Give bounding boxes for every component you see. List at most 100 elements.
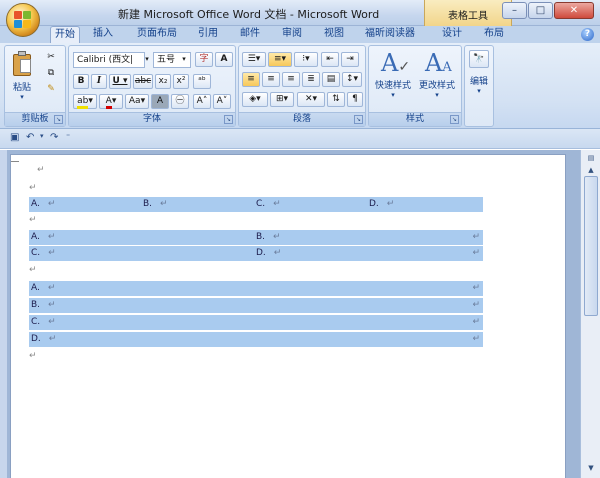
- quick-styles-button[interactable]: A✓ 快速样式 ▾: [371, 50, 415, 99]
- shading-icon[interactable]: ◈▾: [242, 92, 268, 107]
- highlight-color-button[interactable]: ab▾: [73, 94, 97, 109]
- redo-icon[interactable]: ↷: [50, 132, 58, 143]
- table-cell[interactable]: B. ↵: [31, 300, 56, 310]
- font-color-button[interactable]: A▾: [99, 94, 123, 109]
- numbering-icon[interactable]: ≡▾: [268, 52, 292, 67]
- borders-icon[interactable]: ⊞▾: [270, 92, 294, 107]
- title-bar: 新建 Microsoft Office Word 文档 - Microsoft …: [0, 0, 600, 37]
- editing-group: 🔭 编辑 ▾: [464, 45, 494, 127]
- close-button[interactable]: ✕: [554, 2, 594, 19]
- change-case-icon[interactable]: ᵃᵇ: [193, 74, 211, 89]
- maximize-button[interactable]: □: [528, 2, 553, 19]
- increase-indent-icon[interactable]: ⇥: [341, 52, 359, 67]
- multilevel-list-icon[interactable]: ⁝▾: [294, 52, 318, 67]
- undo-icon[interactable]: ↶: [26, 132, 34, 143]
- table-row[interactable]: A. ↵ B. ↵ ↵: [29, 230, 483, 245]
- table-row[interactable]: C. ↵ D. ↵ ↵: [29, 246, 483, 261]
- table-cell[interactable]: D. ↵: [31, 334, 56, 344]
- tab-view[interactable]: 视图: [320, 26, 348, 43]
- editing-button[interactable]: 🔭 编辑 ▾: [465, 50, 493, 95]
- table-row[interactable]: D. ↵ ↵: [29, 332, 483, 347]
- paragraph-mark: ↵: [29, 265, 37, 275]
- tab-references[interactable]: 引用: [194, 26, 222, 43]
- align-center-icon[interactable]: ≡: [262, 72, 280, 87]
- window-title: 新建 Microsoft Office Word 文档 - Microsoft …: [118, 8, 380, 21]
- justify-icon[interactable]: ≣: [302, 72, 320, 87]
- table-row[interactable]: A. ↵ ↵: [29, 281, 483, 296]
- cut-icon[interactable]: ✂: [43, 50, 59, 65]
- table-cell[interactable]: D. ↵: [256, 248, 281, 258]
- subscript-button[interactable]: x₂: [155, 74, 171, 89]
- font-size-dropdown-icon[interactable]: ▾: [179, 52, 189, 67]
- align-right-icon[interactable]: ≡: [282, 72, 300, 87]
- copy-icon[interactable]: ⧉: [43, 66, 59, 81]
- table-cell[interactable]: B. ↵: [256, 232, 281, 242]
- tab-design[interactable]: 设计: [438, 26, 466, 43]
- clipboard-group: 粘贴 ▾ ✂ ⧉ ✎ 剪贴板 ↘: [4, 45, 66, 127]
- table-cell[interactable]: A. ↵: [31, 283, 55, 293]
- table-cell[interactable]: A. ↵: [31, 232, 55, 242]
- styles-group: A✓ 快速样式 ▾ AA 更改样式 ▾ 样式 ↘: [368, 45, 462, 127]
- vertical-scrollbar[interactable]: ▤ ▲ ▼: [580, 150, 600, 478]
- decrease-indent-icon[interactable]: ⇤: [321, 52, 339, 67]
- ruler-toggle-icon[interactable]: ▤: [584, 152, 598, 164]
- phonetic-guide-icon[interactable]: 字: [195, 52, 213, 67]
- line-spacing-icon[interactable]: ↕▾: [342, 72, 362, 87]
- tab-foxit-reader[interactable]: 福昕阅读器: [362, 26, 418, 43]
- font-launcher-icon[interactable]: ↘: [224, 115, 233, 124]
- tab-insert[interactable]: 插入: [88, 26, 118, 43]
- sort-icon[interactable]: ⇅: [327, 92, 345, 107]
- scroll-up-icon[interactable]: ▲: [584, 164, 598, 176]
- customize-qat-icon[interactable]: ⁼: [66, 132, 70, 141]
- table-cell[interactable]: D. ↵: [369, 199, 394, 209]
- character-shading-icon[interactable]: A: [151, 94, 169, 109]
- character-border-icon[interactable]: A: [215, 52, 233, 67]
- superscript-button[interactable]: x²: [173, 74, 189, 89]
- table-row[interactable]: A. ↵ B. ↵ C. ↵ D. ↵: [29, 197, 483, 212]
- table-cell[interactable]: B. ↵: [143, 199, 168, 209]
- row-end-mark: ↵: [472, 283, 480, 293]
- tab-review[interactable]: 审阅: [278, 26, 306, 43]
- bold-button[interactable]: B: [73, 74, 89, 89]
- show-marks-icon[interactable]: ¶: [347, 92, 363, 107]
- styles-launcher-icon[interactable]: ↘: [450, 115, 459, 124]
- italic-button[interactable]: I: [91, 74, 107, 89]
- document-page[interactable]: ↵ ↵ A. ↵ B. ↵ C. ↵ D. ↵ ↵ A. ↵ B. ↵ ↵ C. ↵ D. ↵ …: [10, 154, 566, 478]
- clipboard-launcher-icon[interactable]: ↘: [54, 115, 63, 124]
- font-name-select[interactable]: Calibri (西文|: [73, 52, 145, 68]
- change-case-button[interactable]: Aa▾: [125, 94, 149, 109]
- bullets-icon[interactable]: ☰▾: [242, 52, 266, 67]
- align-left-icon[interactable]: ≡: [242, 72, 260, 87]
- table-cell[interactable]: C. ↵: [31, 248, 56, 258]
- scroll-down-icon[interactable]: ▼: [584, 462, 598, 474]
- tab-layout[interactable]: 布局: [480, 26, 508, 43]
- scroll-thumb[interactable]: [584, 176, 598, 316]
- format-painter-icon[interactable]: ✎: [43, 82, 59, 97]
- table-cell[interactable]: C. ↵: [256, 199, 281, 209]
- tab-home[interactable]: 开始: [50, 26, 80, 43]
- change-styles-button[interactable]: AA 更改样式 ▾: [415, 50, 459, 99]
- office-button[interactable]: [6, 3, 40, 37]
- paragraph-launcher-icon[interactable]: ↘: [354, 115, 363, 124]
- save-icon[interactable]: ▣: [10, 132, 19, 143]
- row-end-mark: ↵: [472, 334, 480, 344]
- shrink-font-icon[interactable]: A˅: [213, 94, 231, 109]
- tab-page-layout[interactable]: 页面布局: [132, 26, 182, 43]
- table-cell[interactable]: A. ↵: [31, 199, 55, 209]
- tab-mailings[interactable]: 邮件: [236, 26, 264, 43]
- table-row[interactable]: C. ↵ ↵: [29, 315, 483, 330]
- font-group-label: 字体: [69, 112, 235, 126]
- table-cell[interactable]: C. ↵: [31, 317, 56, 327]
- paste-button[interactable]: 粘贴 ▾: [9, 50, 35, 101]
- font-name-dropdown-icon[interactable]: ▾: [143, 52, 151, 67]
- minimize-button[interactable]: –: [502, 2, 527, 19]
- grow-font-icon[interactable]: A˄: [193, 94, 211, 109]
- underline-button[interactable]: U ▾: [109, 74, 131, 89]
- strikethrough-button[interactable]: abc: [133, 74, 153, 89]
- help-icon[interactable]: ?: [581, 28, 594, 41]
- enclose-characters-icon[interactable]: ㊀: [171, 94, 189, 109]
- chinese-layout-icon[interactable]: ✕▾: [297, 92, 325, 107]
- table-row[interactable]: B. ↵ ↵: [29, 298, 483, 313]
- undo-dropdown-icon[interactable]: ▾: [40, 132, 44, 140]
- distributed-icon[interactable]: ▤: [322, 72, 340, 87]
